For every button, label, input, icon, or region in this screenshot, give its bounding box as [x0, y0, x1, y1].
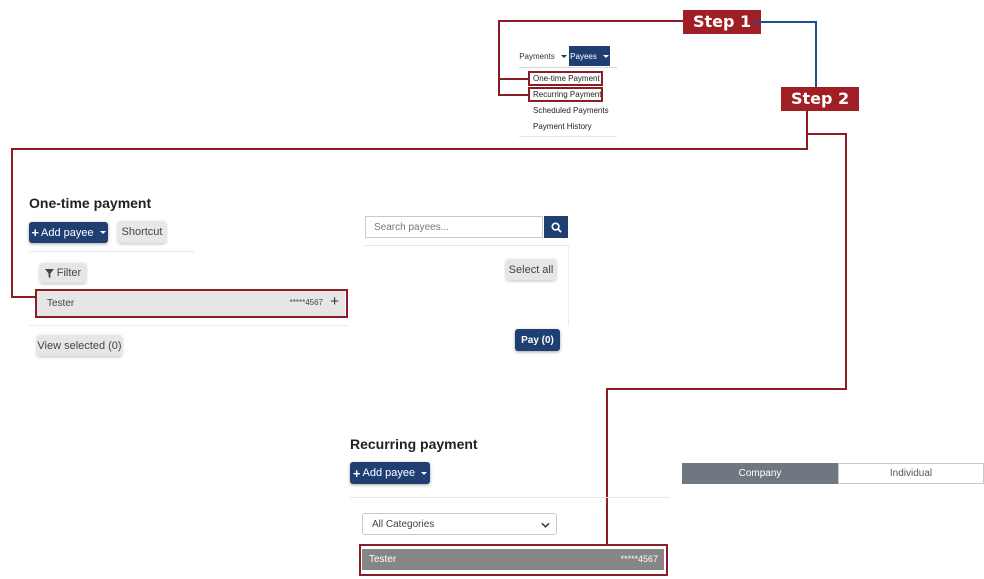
payments-menu-button[interactable]: Payments: [519, 47, 567, 65]
menu-item-payment-history[interactable]: Payment History: [533, 122, 592, 131]
nav-menu-divider: [519, 67, 617, 68]
search-panel-divider: [365, 245, 568, 246]
step2-connector-right-top: [808, 133, 846, 135]
shortcut-button[interactable]: Shortcut: [118, 221, 166, 243]
add-payee-label: Add payee: [40, 226, 94, 239]
search-button[interactable]: [544, 216, 568, 238]
search-input[interactable]: Search payees...: [365, 216, 543, 238]
category-select[interactable]: All Categories: [362, 513, 557, 535]
search-placeholder: Search payees...: [374, 221, 450, 233]
step-connector-vertical: [815, 21, 817, 87]
filter-label: Filter: [56, 267, 82, 279]
recurring-add-payee-button[interactable]: + Add payee: [350, 462, 430, 484]
step2-connector-mid-horizontal: [606, 388, 847, 390]
search-panel-side: [568, 246, 569, 326]
left-panel-bottom-divider: [29, 325, 349, 326]
step2-connector-mid-down: [606, 388, 608, 544]
plus-icon: +: [352, 465, 361, 481]
search-icon: [550, 221, 562, 233]
select-all-label: Select all: [508, 263, 554, 276]
tab-company-label: Company: [738, 468, 782, 479]
highlight-one-time-payment: [528, 71, 603, 86]
chevron-down-icon: [602, 54, 609, 58]
pay-button[interactable]: Pay (0): [515, 329, 560, 351]
tab-individual[interactable]: Individual: [838, 463, 984, 484]
view-selected-label: View selected (0): [37, 339, 122, 352]
category-select-value: All Categories: [372, 518, 435, 530]
step2-connector-long-horizontal: [11, 148, 808, 150]
step1-connector-left: [498, 20, 500, 96]
tab-individual-label: Individual: [889, 468, 933, 479]
filter-icon: [44, 268, 54, 278]
one-time-payment-title: One-time payment: [29, 195, 152, 211]
step-2-badge: Step 2: [781, 87, 860, 111]
chevron-down-icon: [560, 54, 567, 58]
plus-icon: +: [31, 225, 39, 240]
step2-connector-to-row: [11, 296, 37, 298]
filter-button[interactable]: Filter: [40, 263, 86, 283]
highlight-recurring-payee-row: [359, 544, 668, 576]
recurring-add-payee-label: Add payee: [362, 467, 416, 479]
select-all-button[interactable]: Select all: [506, 259, 556, 280]
payees-menu-label: Payees: [570, 51, 597, 61]
step-connector-horizontal: [753, 21, 817, 23]
chevron-down-icon: [421, 471, 428, 475]
add-payee-button[interactable]: + Add payee: [29, 222, 108, 243]
pay-label: Pay (0): [521, 334, 554, 346]
chevron-down-icon: [541, 522, 550, 528]
nav-menu-bottom-divider: [519, 136, 617, 137]
payments-menu-label: Payments: [519, 51, 555, 61]
step1-connector-to-item1: [498, 78, 528, 80]
step-1-badge: Step 1: [683, 10, 762, 34]
recurring-payment-title: Recurring payment: [350, 436, 478, 452]
recurring-panel-divider: [350, 497, 670, 498]
highlight-payee-row: [35, 289, 348, 318]
highlight-recurring-payment: [528, 87, 603, 102]
menu-item-scheduled-payments[interactable]: Scheduled Payments: [533, 106, 609, 115]
step1-connector-to-item2: [498, 94, 528, 96]
view-selected-button[interactable]: View selected (0): [37, 335, 122, 356]
step1-connector-top: [498, 20, 683, 22]
payees-menu-button[interactable]: Payees: [569, 46, 610, 66]
step2-connector-left-down: [11, 148, 13, 298]
step2-connector-down: [806, 110, 808, 150]
chevron-down-icon: [99, 231, 106, 234]
left-panel-divider: [29, 251, 194, 252]
step2-connector-right-down: [845, 133, 847, 390]
tab-company[interactable]: Company: [682, 463, 838, 484]
shortcut-label: Shortcut: [121, 226, 163, 238]
